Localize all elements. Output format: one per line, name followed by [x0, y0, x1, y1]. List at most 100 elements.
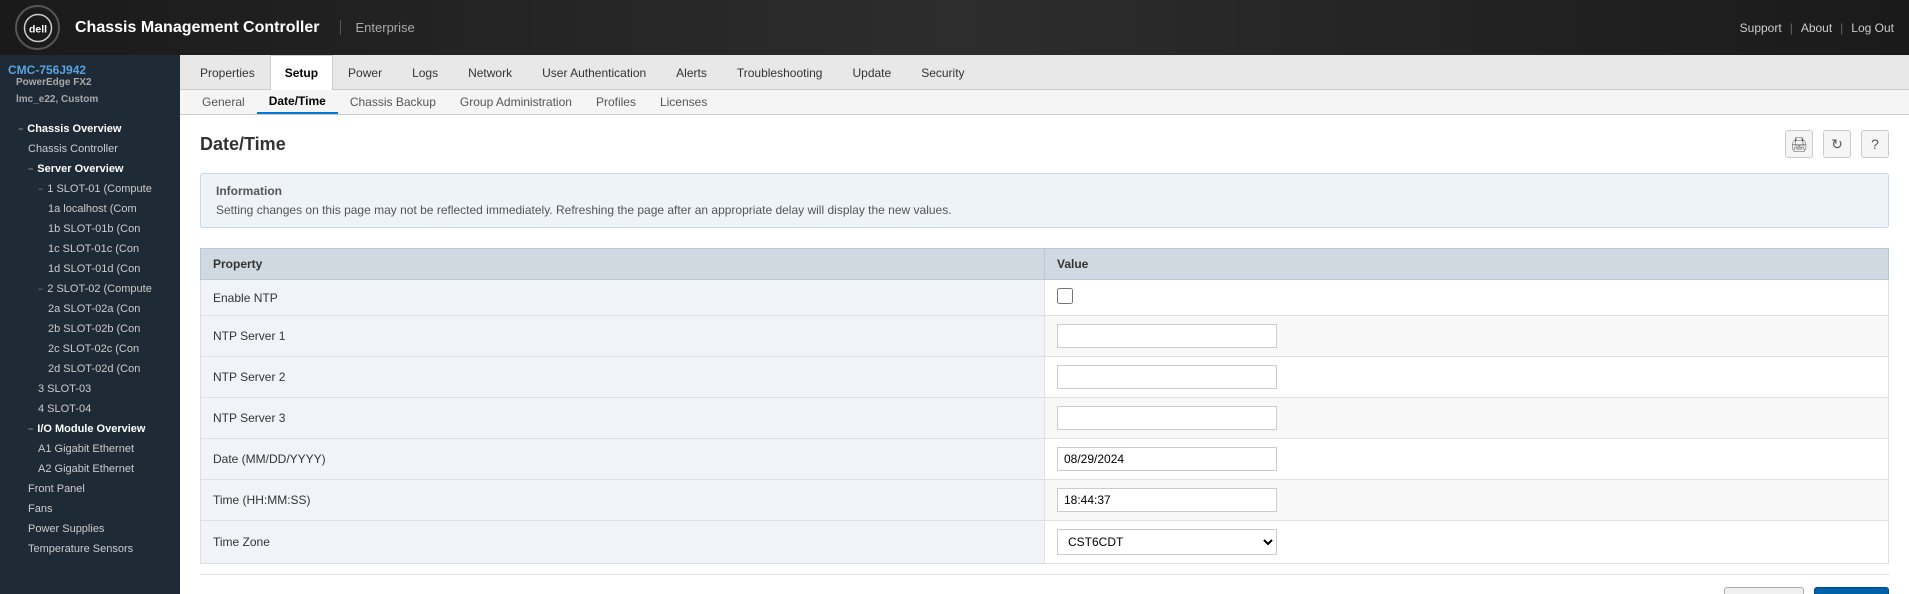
sidebar-label: 2c SLOT-02c (Con — [48, 343, 139, 355]
sidebar-item-slot01c[interactable]: 1c SLOT-01c (Con — [0, 239, 180, 259]
val-time — [1045, 480, 1889, 521]
sidebar-item-slot02d[interactable]: 2d SLOT-02d (Con — [0, 359, 180, 379]
timezone-select[interactable]: EST5EDT CST6CDT MST7MDT PST8PDT UTC — [1057, 529, 1277, 555]
sep2: | — [1840, 21, 1843, 35]
ntp-server1-input[interactable] — [1057, 324, 1277, 348]
prop-enable-ntp: Enable NTP — [201, 280, 1045, 316]
tab-network[interactable]: Network — [453, 55, 527, 90]
tab-properties[interactable]: Properties — [185, 55, 270, 90]
sidebar-item-slot02a[interactable]: 2a SLOT-02a (Con — [0, 299, 180, 319]
page-actions: 🖨 ↻ ? — [1785, 130, 1889, 158]
info-box-title: Information — [216, 184, 1873, 198]
tab-user-authentication[interactable]: User Authentication — [527, 55, 661, 90]
tab-power[interactable]: Power — [333, 55, 397, 90]
cancel-button[interactable]: Cancel — [1724, 587, 1803, 594]
header: dell Chassis Management Controller Enter… — [0, 0, 1909, 55]
page-content: Date/Time 🖨 ↻ ? Information Setting chan… — [180, 115, 1909, 594]
subtab-group-admin[interactable]: Group Administration — [448, 91, 584, 113]
apply-button[interactable]: Apply — [1814, 587, 1889, 594]
val-timezone: EST5EDT CST6CDT MST7MDT PST8PDT UTC — [1045, 521, 1889, 564]
app-title: Chassis Management Controller — [75, 19, 320, 37]
subtab-chassis-backup[interactable]: Chassis Backup — [338, 91, 448, 113]
sidebar-item-io-overview[interactable]: − I/O Module Overview — [0, 419, 180, 439]
val-enable-ntp — [1045, 280, 1889, 316]
sidebar: CMC-756J942 PowerEdge FX2 lmc_e22, Custo… — [0, 55, 180, 594]
dell-logo: dell — [15, 5, 60, 50]
tab-troubleshooting[interactable]: Troubleshooting — [722, 55, 838, 90]
date-input[interactable] — [1057, 447, 1277, 471]
time-input[interactable] — [1057, 488, 1277, 512]
sidebar-label: Server Overview — [37, 163, 123, 175]
sidebar-item-slot02b[interactable]: 2b SLOT-02b (Con — [0, 319, 180, 339]
table-row: Enable NTP — [201, 280, 1889, 316]
sidebar-label: 1d SLOT-01d (Con — [48, 263, 140, 275]
tab-update[interactable]: Update — [837, 55, 906, 90]
subtab-general[interactable]: General — [190, 91, 257, 113]
tab-logs[interactable]: Logs — [397, 55, 453, 90]
refresh-button[interactable]: ↻ — [1823, 130, 1851, 158]
enable-ntp-checkbox[interactable] — [1057, 288, 1073, 304]
sidebar-item-slot02[interactable]: − 2 SLOT-02 (Compute — [0, 279, 180, 299]
sidebar-label: 1 SLOT-01 (Compute — [47, 183, 152, 195]
subtab-profiles[interactable]: Profiles — [584, 91, 648, 113]
tab-setup[interactable]: Setup — [270, 55, 333, 90]
sidebar-label: 2b SLOT-02b (Con — [48, 323, 140, 335]
top-nav: Properties Setup Power Logs Network User… — [180, 55, 1909, 90]
ntp-server3-input[interactable] — [1057, 406, 1277, 430]
header-nav: Support | About | Log Out — [1740, 21, 1894, 35]
tab-alerts[interactable]: Alerts — [661, 55, 722, 90]
about-link[interactable]: About — [1801, 21, 1832, 35]
toggle-icon: − — [38, 284, 43, 294]
info-box: Information Setting changes on this page… — [200, 173, 1889, 228]
prop-timezone: Time Zone — [201, 521, 1045, 564]
sidebar-item-server-overview[interactable]: − Server Overview — [0, 159, 180, 179]
toggle-icon: − — [38, 184, 43, 194]
subtab-datetime[interactable]: Date/Time — [257, 90, 338, 114]
ntp-server2-input[interactable] — [1057, 365, 1277, 389]
prop-date: Date (MM/DD/YYYY) — [201, 439, 1045, 480]
sidebar-item-chassis-overview[interactable]: − Chassis Overview — [0, 119, 180, 139]
cmc-id-label: CMC-756J942 — [8, 63, 172, 77]
poweredge-label: PowerEdge FX2 — [8, 77, 172, 94]
sidebar-item-temp-sensors[interactable]: Temperature Sensors — [0, 539, 180, 559]
form-table: Property Value Enable NTP NTP Server 1 — [200, 248, 1889, 564]
table-row: Date (MM/DD/YYYY) — [201, 439, 1889, 480]
sidebar-item-slot01b[interactable]: 1b SLOT-01b (Con — [0, 219, 180, 239]
sidebar-item-power-supplies[interactable]: Power Supplies — [0, 519, 180, 539]
sidebar-item-slot04[interactable]: 4 SLOT-04 — [0, 399, 180, 419]
sidebar-item-slot01[interactable]: − 1 SLOT-01 (Compute — [0, 179, 180, 199]
sidebar-label: Chassis Overview — [27, 123, 121, 135]
svg-text:dell: dell — [28, 23, 46, 35]
help-button[interactable]: ? — [1861, 130, 1889, 158]
sidebar-label: A2 Gigabit Ethernet — [38, 463, 134, 475]
sidebar-item-slot02c[interactable]: 2c SLOT-02c (Con — [0, 339, 180, 359]
support-link[interactable]: Support — [1740, 21, 1782, 35]
sidebar-label: Front Panel — [28, 483, 85, 495]
subtab-licenses[interactable]: Licenses — [648, 91, 719, 113]
val-ntp-server3 — [1045, 398, 1889, 439]
sidebar-label: Fans — [28, 503, 52, 515]
sidebar-label: 1a localhost (Com — [48, 203, 137, 215]
sidebar-item-slot01d[interactable]: 1d SLOT-01d (Con — [0, 259, 180, 279]
prop-ntp-server2: NTP Server 2 — [201, 357, 1045, 398]
sidebar-label: 3 SLOT-03 — [38, 383, 91, 395]
col-value: Value — [1045, 249, 1889, 280]
logout-link[interactable]: Log Out — [1851, 21, 1894, 35]
sidebar-item-slot03[interactable]: 3 SLOT-03 — [0, 379, 180, 399]
cmc-id[interactable]: CMC-756J942 PowerEdge FX2 lmc_e22, Custo… — [0, 55, 180, 119]
toggle-icon: − — [18, 124, 23, 134]
sidebar-item-a2-gigabit[interactable]: A2 Gigabit Ethernet — [0, 459, 180, 479]
custom-label: lmc_e22, Custom — [8, 94, 172, 111]
main-layout: CMC-756J942 PowerEdge FX2 lmc_e22, Custo… — [0, 55, 1909, 594]
sidebar-item-front-panel[interactable]: Front Panel — [0, 479, 180, 499]
sidebar-item-chassis-controller[interactable]: Chassis Controller — [0, 139, 180, 159]
form-footer: Cancel Apply — [200, 574, 1889, 594]
page-title: Date/Time — [200, 134, 286, 155]
sidebar-item-localhost[interactable]: 1a localhost (Com — [0, 199, 180, 219]
sidebar-label: Chassis Controller — [28, 143, 118, 155]
print-button[interactable]: 🖨 — [1785, 130, 1813, 158]
info-box-text: Setting changes on this page may not be … — [216, 203, 1873, 217]
sidebar-item-fans[interactable]: Fans — [0, 499, 180, 519]
tab-security[interactable]: Security — [906, 55, 979, 90]
sidebar-item-a1-gigabit[interactable]: A1 Gigabit Ethernet — [0, 439, 180, 459]
